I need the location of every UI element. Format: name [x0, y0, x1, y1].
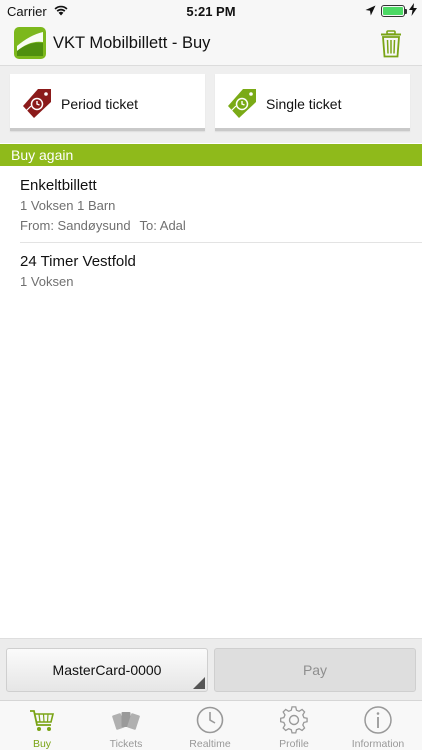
single-ticket-label: Single ticket: [266, 96, 342, 112]
clock-icon: [196, 706, 224, 734]
tab-information[interactable]: Information: [336, 701, 420, 750]
item-passengers: 1 Voksen 1 Barn: [20, 198, 116, 213]
battery-tip: [405, 9, 407, 14]
ticket-type-cards: Period ticket Single ticket: [0, 66, 422, 143]
status-time: 5:21 PM: [186, 4, 236, 19]
tab-bar: Buy Tickets Realtime Profile Information: [0, 700, 422, 750]
period-ticket-button[interactable]: Period ticket: [10, 74, 205, 131]
charging-bolt-icon: [409, 3, 417, 16]
tab-label: Realtime: [189, 738, 231, 750]
period-ticket-tag-icon: [23, 89, 51, 118]
item-route: From: Sandøysund To: Adal: [20, 217, 422, 235]
dropdown-corner-icon: [193, 677, 205, 689]
payment-card-label: MasterCard-0000: [52, 662, 162, 678]
info-icon: [364, 706, 392, 734]
status-bar: Carrier 5:21 PM: [0, 0, 422, 22]
tab-label: Profile: [279, 738, 309, 750]
item-title: Enkeltbillett: [20, 177, 97, 194]
single-ticket-tag-icon: [228, 89, 256, 118]
tab-realtime[interactable]: Realtime: [168, 701, 252, 750]
tab-label: Buy: [32, 738, 52, 750]
page-title: VKT Mobilbillett - Buy: [53, 34, 211, 52]
tab-tickets[interactable]: Tickets: [84, 701, 168, 750]
battery-icon: [381, 5, 405, 17]
location-arrow-icon: [365, 5, 376, 16]
single-ticket-button[interactable]: Single ticket: [215, 74, 410, 131]
tab-label: Tickets: [109, 738, 143, 750]
app-logo-icon: [14, 27, 46, 59]
item-title: 24 Timer Vestfold: [20, 253, 136, 270]
pay-button[interactable]: Pay: [214, 648, 416, 692]
buy-again-item-enkeltbillett[interactable]: Enkeltbillett 1 Voksen 1 Barn From: Sand…: [20, 177, 422, 243]
period-ticket-label: Period ticket: [61, 96, 139, 112]
tab-label: Information: [351, 738, 405, 750]
item-to: To: Adal: [139, 218, 186, 233]
tab-buy[interactable]: Buy: [0, 701, 84, 750]
item-from: From: Sandøysund: [20, 218, 131, 233]
gear-icon: [280, 706, 308, 734]
payment-bar: MasterCard-0000 Pay: [0, 638, 422, 700]
buy-again-header: Buy again: [0, 144, 422, 166]
payment-card-select[interactable]: MasterCard-0000: [6, 648, 208, 692]
cart-icon: [30, 710, 55, 731]
item-passengers: 1 Voksen: [20, 274, 74, 289]
buy-again-item-24-timer[interactable]: 24 Timer Vestfold 1 Voksen: [20, 253, 422, 297]
nav-bar: VKT Mobilbillett - Buy: [0, 22, 422, 66]
tab-profile[interactable]: Profile: [252, 701, 336, 750]
tickets-icon: [112, 712, 140, 730]
trash-icon[interactable]: [380, 30, 402, 58]
